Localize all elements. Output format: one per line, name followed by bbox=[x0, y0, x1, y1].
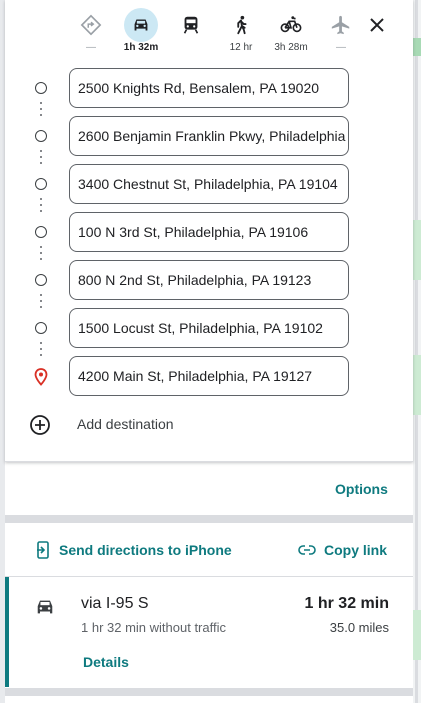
car-icon bbox=[124, 8, 158, 42]
stop-input-5[interactable]: 800 N 2nd St, Philadelphia, PA 19123 bbox=[69, 260, 349, 300]
map-park bbox=[413, 355, 421, 415]
waypoint-circle-icon bbox=[35, 178, 47, 190]
bike-icon bbox=[274, 8, 308, 42]
close-button[interactable] bbox=[365, 13, 389, 37]
route-dots bbox=[39, 246, 43, 264]
copy-link-button[interactable]: Copy link bbox=[298, 540, 398, 562]
route-dots bbox=[39, 342, 43, 360]
map-road bbox=[415, 0, 418, 703]
mode-flights-label: — bbox=[336, 42, 346, 53]
send-to-phone-label: Send directions to iPhone bbox=[59, 542, 232, 558]
add-destination-label: Add destination bbox=[77, 416, 174, 432]
waypoint-circle-icon bbox=[35, 82, 47, 94]
stop-input-1[interactable]: 2500 Knights Rd, Bensalem, PA 19020 bbox=[69, 68, 349, 108]
car-icon bbox=[34, 597, 56, 622]
mode-best-label: — bbox=[86, 42, 96, 53]
route-dots bbox=[39, 102, 43, 120]
link-icon bbox=[298, 543, 316, 561]
section-divider bbox=[5, 515, 413, 523]
route-traffic-note: 1 hr 32 min without traffic bbox=[81, 620, 226, 635]
route-option-card[interactable]: via I-95 S 1 hr 32 min 1 hr 32 min witho… bbox=[5, 577, 413, 687]
stop-input-6[interactable]: 1500 Locust St, Philadelphia, PA 19102 bbox=[69, 308, 349, 348]
route-distance: 35.0 miles bbox=[329, 620, 389, 635]
copy-link-label: Copy link bbox=[324, 542, 388, 558]
airplane-icon bbox=[324, 8, 358, 42]
walk-icon bbox=[224, 8, 258, 42]
close-icon bbox=[370, 18, 384, 32]
send-to-phone-icon bbox=[35, 541, 51, 564]
map-park bbox=[413, 38, 421, 56]
mode-driving-label: 1h 32m bbox=[123, 42, 159, 53]
waypoint-circle-icon bbox=[35, 322, 47, 334]
route-duration: 1 hr 32 min bbox=[304, 595, 389, 612]
directions-diamond-icon bbox=[74, 8, 108, 42]
travel-mode-selector: — 1h 32m 12 hr 3h 28m — bbox=[67, 8, 407, 58]
add-circle-icon bbox=[29, 414, 51, 441]
directions-input-card: — 1h 32m 12 hr 3h 28m — 2500 Knights Rd,… bbox=[5, 0, 413, 462]
directions-panel: — 1h 32m 12 hr 3h 28m — 2500 Knights Rd,… bbox=[5, 0, 413, 703]
train-icon bbox=[174, 8, 208, 42]
add-destination-button[interactable]: Add destination bbox=[29, 412, 229, 438]
route-dots bbox=[39, 198, 43, 216]
waypoint-circle-icon bbox=[35, 130, 47, 142]
destination-pin-icon bbox=[33, 368, 49, 386]
mode-transit[interactable] bbox=[167, 8, 215, 58]
waypoint-circle-icon bbox=[35, 274, 47, 286]
route-via: via I-95 S bbox=[81, 595, 149, 612]
route-details-link[interactable]: Details bbox=[83, 654, 129, 670]
stop-input-2[interactable]: 2600 Benjamin Franklin Pkwy, Philadelphi… bbox=[69, 116, 349, 156]
options-button[interactable]: Options bbox=[335, 481, 388, 497]
mode-walking-label: 12 hr bbox=[229, 42, 253, 53]
mode-flights[interactable]: — bbox=[317, 8, 365, 58]
map-park bbox=[413, 220, 421, 280]
mode-walking[interactable]: 12 hr bbox=[217, 8, 265, 58]
mode-cycling-label: 3h 28m bbox=[274, 42, 308, 53]
mode-best[interactable]: — bbox=[67, 8, 115, 58]
route-dots bbox=[39, 150, 43, 168]
section-divider bbox=[5, 688, 413, 696]
route-dots bbox=[39, 294, 43, 312]
stop-input-7[interactable]: 4200 Main St, Philadelphia, PA 19127 bbox=[69, 356, 349, 396]
mode-driving[interactable]: 1h 32m bbox=[117, 8, 165, 58]
mode-cycling[interactable]: 3h 28m bbox=[267, 8, 315, 58]
map-park bbox=[413, 610, 421, 660]
stop-input-4[interactable]: 100 N 3rd St, Philadelphia, PA 19106 bbox=[69, 212, 349, 252]
waypoint-circle-icon bbox=[35, 226, 47, 238]
send-to-phone-button[interactable]: Send directions to iPhone bbox=[35, 540, 255, 562]
stop-input-3[interactable]: 3400 Chestnut St, Philadelphia, PA 19104 bbox=[69, 164, 349, 204]
map-area[interactable] bbox=[413, 0, 421, 703]
